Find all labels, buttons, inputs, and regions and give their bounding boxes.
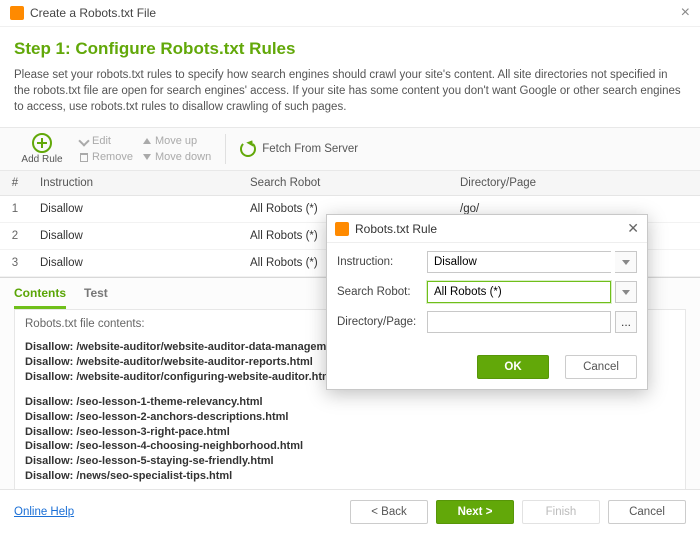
- instruction-label: Instruction:: [337, 256, 427, 268]
- refresh-icon: [240, 141, 256, 157]
- arrow-up-icon: [143, 138, 151, 144]
- file-line: Disallow: /seo-lesson-5-staying-se-frien…: [25, 454, 675, 469]
- back-button[interactable]: < Back: [350, 500, 428, 524]
- file-line: Disallow: /news/seo-specialist-tips.html: [25, 469, 675, 484]
- chevron-down-icon: [622, 260, 630, 265]
- col-num: #: [0, 171, 30, 196]
- search-robot-input[interactable]: [427, 281, 611, 303]
- file-line: Disallow: /seo-lesson-3-right-pace.html: [25, 425, 675, 440]
- ellipsis-icon: ...: [621, 315, 631, 329]
- pencil-icon: [78, 136, 89, 147]
- directory-page-label: Directory/Page:: [337, 316, 427, 328]
- fetch-label: Fetch From Server: [262, 143, 358, 155]
- instruction-dropdown-button[interactable]: [615, 251, 637, 273]
- search-robot-dropdown-button[interactable]: [615, 281, 637, 303]
- remove-label: Remove: [92, 151, 133, 163]
- col-robot: Search Robot: [240, 171, 450, 196]
- fetch-from-server-button[interactable]: Fetch From Server: [240, 128, 358, 170]
- dialog-ok-button[interactable]: OK: [477, 355, 549, 379]
- window-title: Create a Robots.txt File: [30, 6, 156, 20]
- edit-rule-button[interactable]: Edit: [80, 135, 133, 147]
- add-rule-label: Add Rule: [21, 154, 62, 165]
- wizard-footer: Online Help < Back Next > Finish Cancel: [0, 489, 700, 534]
- add-rule-button[interactable]: Add Rule: [14, 128, 70, 170]
- col-instruction: Instruction: [30, 171, 240, 196]
- file-line: Disallow: /seo-lesson-4-choosing-neighbo…: [25, 439, 675, 454]
- toolbar-separator: [225, 134, 226, 164]
- online-help-link[interactable]: Online Help: [14, 506, 74, 518]
- directory-page-input[interactable]: [427, 311, 611, 333]
- browse-button[interactable]: ...: [615, 311, 637, 333]
- move-up-button[interactable]: Move up: [143, 135, 211, 147]
- search-robot-label: Search Robot:: [337, 286, 427, 298]
- dialog-cancel-button[interactable]: Cancel: [565, 355, 637, 379]
- file-line: Disallow: /seo-lesson-2-anchors-descript…: [25, 410, 675, 425]
- arrow-down-icon: [143, 154, 151, 160]
- chevron-down-icon: [622, 290, 630, 295]
- step-intro: Please set your robots.txt rules to spec…: [14, 67, 686, 115]
- dialog-title: Robots.txt Rule: [355, 222, 437, 236]
- move-down-button[interactable]: Move down: [143, 151, 211, 163]
- plus-icon: [32, 133, 52, 153]
- movedown-label: Move down: [155, 151, 211, 163]
- app-icon: [10, 6, 24, 20]
- trash-icon: [80, 153, 88, 162]
- step-title: Step 1: Configure Robots.txt Rules: [14, 39, 686, 59]
- finish-button: Finish: [522, 500, 600, 524]
- rules-toolbar: Add Rule Edit Remove Move up Move down: [0, 127, 700, 171]
- cancel-button[interactable]: Cancel: [608, 500, 686, 524]
- instruction-select[interactable]: [427, 251, 611, 273]
- tab-contents[interactable]: Contents: [14, 286, 66, 309]
- app-icon: [335, 222, 349, 236]
- remove-rule-button[interactable]: Remove: [80, 151, 133, 163]
- edit-label: Edit: [92, 135, 111, 147]
- dialog-close-icon[interactable]: ✕: [627, 220, 639, 237]
- file-line: Disallow: /seo-lesson-1-theme-relevancy.…: [25, 395, 675, 410]
- window-close-icon[interactable]: ×: [681, 4, 690, 22]
- moveup-label: Move up: [155, 135, 197, 147]
- window-titlebar: Create a Robots.txt File ×: [0, 0, 700, 27]
- tab-test[interactable]: Test: [84, 286, 108, 309]
- robots-rule-dialog: Robots.txt Rule ✕ Instruction: Search Ro…: [326, 214, 648, 390]
- col-dir: Directory/Page: [450, 171, 700, 196]
- next-button[interactable]: Next >: [436, 500, 514, 524]
